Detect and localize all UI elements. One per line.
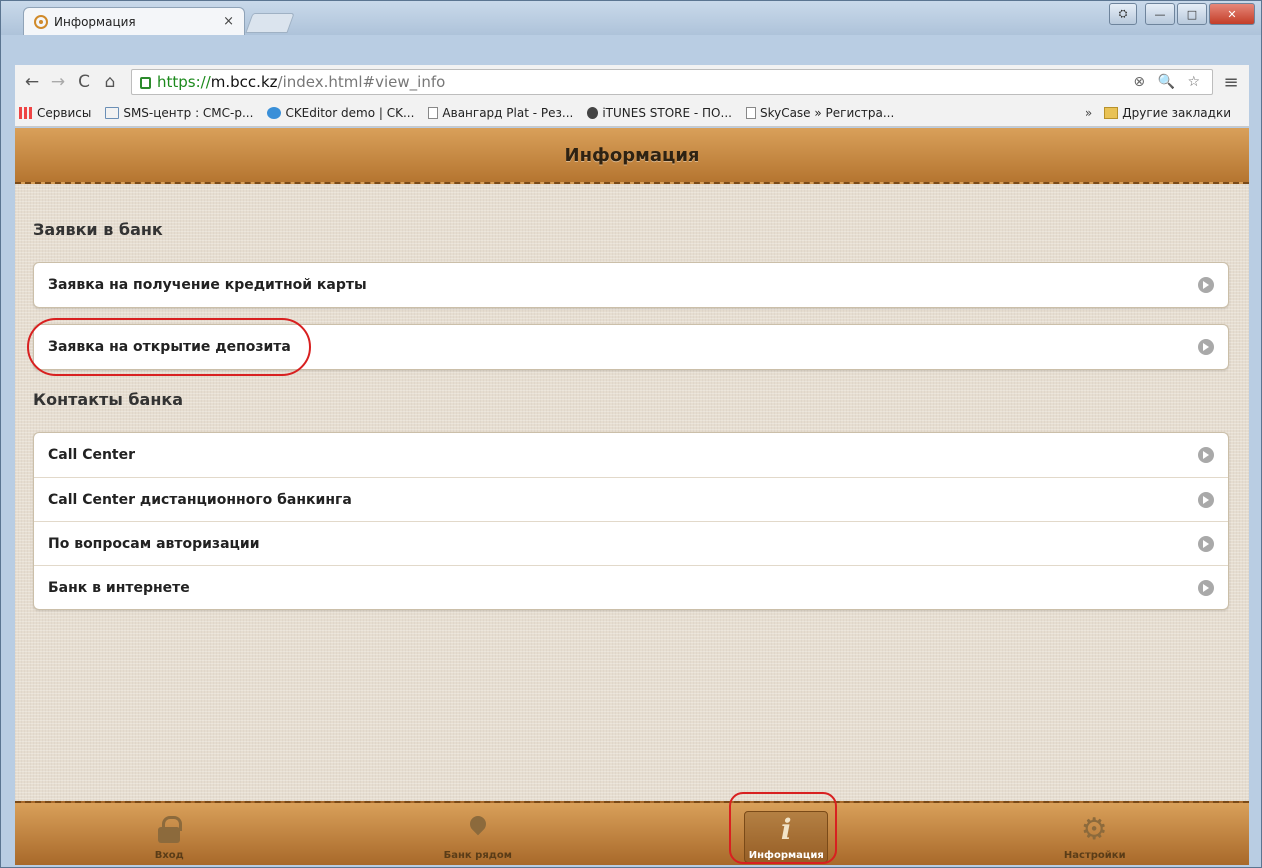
tab-label: Банк рядом <box>443 850 512 861</box>
address-bar[interactable]: https:// m.bcc.kz /index.html#view_info … <box>131 69 1213 95</box>
home-icon[interactable]: ⌂ <box>99 72 121 92</box>
bookmark-item[interactable]: Сервисы <box>19 106 91 120</box>
back-icon[interactable]: ← <box>21 72 43 92</box>
list-item[interactable]: Банк в интернете <box>34 565 1228 609</box>
folder-icon <box>1104 106 1119 119</box>
tab-title: Информация <box>54 14 136 29</box>
forward-icon[interactable]: → <box>47 72 69 92</box>
page-icon <box>745 106 756 119</box>
title-bar: Информация × ⛭ — □ ✕ <box>1 1 1261 35</box>
chevron-right-icon <box>1198 535 1214 552</box>
page-viewport: Информация Заявки в банк Заявка на получ… <box>15 128 1249 865</box>
page-title: Информация <box>564 144 700 166</box>
bookmark-label: CKEditor demo | CK... <box>285 105 415 120</box>
browser-window: Информация × ⛭ — □ ✕ ← → C ⌂ https:// m.… <box>0 0 1262 868</box>
tab-login[interactable]: Вход <box>15 803 324 865</box>
favicon-icon <box>34 14 48 29</box>
bookmarks-overflow-button[interactable]: » <box>1085 106 1092 120</box>
lock-icon <box>155 816 183 844</box>
bookmark-item[interactable]: iTUNES STORE - ПО... <box>587 106 732 120</box>
section-title-requests: Заявки в банк <box>33 220 163 239</box>
tab-label: Настройки <box>1063 850 1126 861</box>
omnibox-action-icons[interactable]: ⊗ 🔍 ☆ <box>1133 74 1204 90</box>
tab-close-icon[interactable]: × <box>223 14 234 29</box>
contacts-group: Call Center Call Center дистанционного б… <box>33 432 1229 610</box>
tab-settings[interactable]: Настройки <box>941 803 1250 865</box>
bookmark-label: SkyCase » Регистра... <box>759 105 895 120</box>
other-bookmarks-label: Другие закладки <box>1122 105 1231 120</box>
chevron-right-icon <box>1198 277 1214 293</box>
list-item[interactable]: Call Center <box>34 433 1228 477</box>
requests-group: Заявка на получение кредитной карты <box>33 262 1229 308</box>
tab-label: Вход <box>154 850 184 861</box>
list-item[interactable]: По вопросам авторизации <box>34 521 1228 565</box>
bookmark-item[interactable]: CKEditor demo | CK... <box>267 106 414 120</box>
page-icon <box>428 106 439 119</box>
chevron-right-icon <box>1198 491 1214 508</box>
bookmarks-bar: Сервисы SMS-центр : СМС-р... CKEditor de… <box>15 99 1249 127</box>
list-item-label: Call Center дистанционного банкинга <box>48 491 352 508</box>
apps-icon <box>19 106 33 119</box>
chevron-right-icon <box>1198 447 1214 463</box>
list-item-label: Call Center <box>48 447 136 463</box>
maximize-button[interactable]: □ <box>1177 3 1207 25</box>
navigation-bar: ← → C ⌂ https:// m.bcc.kz /index.html#vi… <box>15 65 1249 99</box>
list-item[interactable]: Call Center дистанционного банкинга <box>34 477 1228 521</box>
bookmark-label: Сервисы <box>37 105 92 120</box>
bookmark-label: Авангард Plat - Рез... <box>442 105 574 120</box>
lock-icon <box>140 77 151 89</box>
browser-tab[interactable]: Информация × <box>23 7 245 35</box>
reload-icon[interactable]: C <box>73 72 95 92</box>
url-host: m.bcc.kz <box>210 73 278 91</box>
list-item-label: Заявка на получение кредитной карты <box>48 277 367 293</box>
bookmark-item[interactable]: Авангард Plat - Рез... <box>428 106 573 120</box>
annotation-circle <box>729 792 837 864</box>
tab-nearby-bank[interactable]: Банк рядом <box>324 803 633 865</box>
ckeditor-icon <box>267 106 282 119</box>
close-button[interactable]: ✕ <box>1209 3 1255 25</box>
app-header: Информация <box>15 128 1249 184</box>
window-controls: ⛭ — □ ✕ <box>1109 3 1255 25</box>
apple-icon <box>587 106 599 119</box>
bookmark-item[interactable]: SkyCase » Регистра... <box>745 105 895 120</box>
list-item-label: По вопросам авторизации <box>48 535 260 552</box>
new-tab-button[interactable] <box>245 13 295 33</box>
tab-bar: Вход Банк рядом i Информация Настройки <box>15 801 1249 865</box>
section-title-contacts: Контакты банка <box>33 390 184 409</box>
bookmark-label: iTUNES STORE - ПО... <box>602 105 732 120</box>
url-path: /index.html#view_info <box>277 73 446 91</box>
other-bookmarks[interactable]: Другие закладки <box>1104 106 1231 120</box>
annotation-circle <box>27 318 311 376</box>
list-item[interactable]: Заявка на получение кредитной карты <box>34 263 1228 307</box>
bookmark-label: SMS-центр : СМС-р... <box>123 105 254 120</box>
browser-menu-icon[interactable]: ≡ <box>1219 72 1243 93</box>
url-scheme: https:// <box>157 73 211 91</box>
map-pin-icon <box>464 816 492 844</box>
minimize-button[interactable]: — <box>1145 3 1175 25</box>
mail-icon <box>105 106 120 119</box>
list-item-label: Банк в интернете <box>48 579 190 596</box>
bookmark-item[interactable]: SMS-центр : СМС-р... <box>105 106 253 120</box>
user-icon[interactable]: ⛭ <box>1109 3 1137 25</box>
bookmarks-right: » Другие закладки <box>1085 106 1245 120</box>
chevron-right-icon <box>1198 339 1214 355</box>
chevron-right-icon <box>1198 579 1214 596</box>
gear-icon <box>1081 812 1109 847</box>
